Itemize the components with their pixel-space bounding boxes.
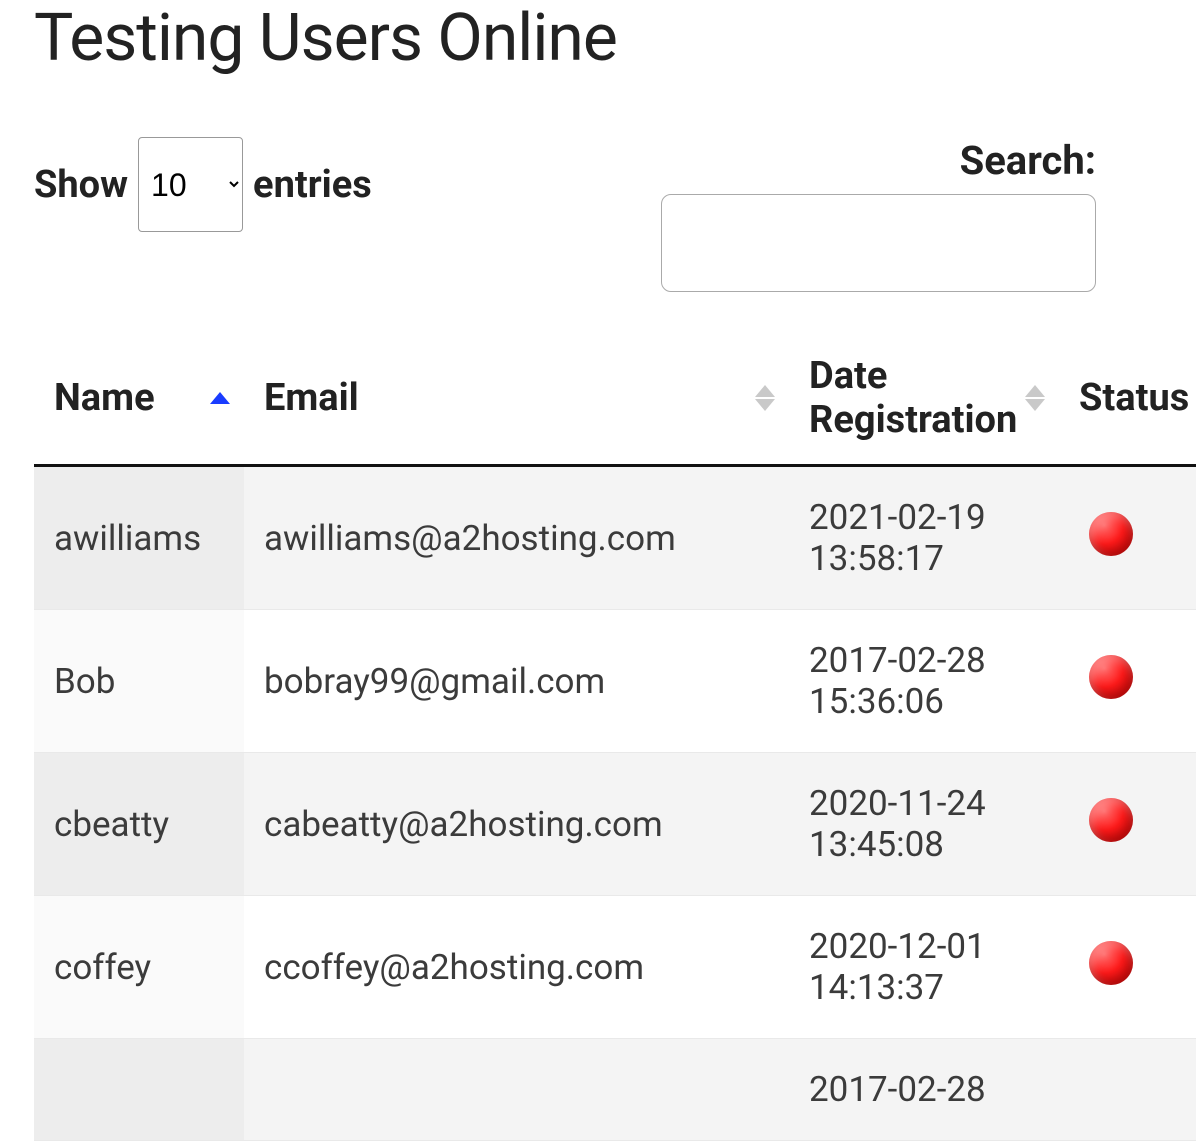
status-offline-icon xyxy=(1089,655,1133,699)
table-row: awilliamsawilliams@a2hosting.com2021-02-… xyxy=(34,466,1196,610)
cell-status xyxy=(1059,610,1196,753)
cell-name: awilliams xyxy=(34,466,244,610)
column-header-email[interactable]: Email xyxy=(244,332,789,466)
column-header-status[interactable]: Status xyxy=(1059,332,1196,466)
column-header-name[interactable]: Name xyxy=(34,332,244,466)
entries-label: entries xyxy=(253,163,372,207)
cell-email: bobray99@gmail.com xyxy=(244,610,789,753)
search-label: Search: xyxy=(661,137,1096,184)
column-header-status-label: Status xyxy=(1079,376,1189,420)
search-input[interactable] xyxy=(661,194,1096,292)
column-header-name-label: Name xyxy=(54,376,155,420)
cell-email: cabeatty@a2hosting.com xyxy=(244,753,789,896)
show-label: Show xyxy=(34,163,128,207)
cell-name: coffey xyxy=(34,896,244,1039)
users-table: Name Email Date Registration xyxy=(34,332,1196,1141)
cell-status xyxy=(1059,753,1196,896)
column-header-email-label: Email xyxy=(264,376,359,420)
cell-status xyxy=(1059,1039,1196,1141)
cell-date: 2020-11-24 13:45:08 xyxy=(789,753,1059,896)
entries-per-page-select[interactable]: 10 xyxy=(138,137,243,232)
sort-asc-icon xyxy=(210,392,230,404)
table-row: coffeyccoffey@a2hosting.com2020-12-01 14… xyxy=(34,896,1196,1039)
cell-email: ccoffey@a2hosting.com xyxy=(244,896,789,1039)
cell-date: 2017-02-28 15:36:06 xyxy=(789,610,1059,753)
cell-status xyxy=(1059,466,1196,610)
cell-email xyxy=(244,1039,789,1141)
search-control: Search: xyxy=(661,137,1196,292)
column-header-date-label: Date Registration xyxy=(809,354,1017,442)
cell-status xyxy=(1059,896,1196,1039)
page-title: Testing Users Online xyxy=(34,0,1196,77)
sort-icon xyxy=(1025,385,1045,411)
table-row: 2017-02-28 xyxy=(34,1039,1196,1141)
cell-email: awilliams@a2hosting.com xyxy=(244,466,789,610)
sort-icon xyxy=(755,385,775,411)
status-offline-icon xyxy=(1089,798,1133,842)
cell-date: 2017-02-28 xyxy=(789,1039,1059,1141)
table-row: cbeattycabeatty@a2hosting.com2020-11-24 … xyxy=(34,753,1196,896)
table-row: Bobbobray99@gmail.com2017-02-28 15:36:06 xyxy=(34,610,1196,753)
cell-date: 2021-02-19 13:58:17 xyxy=(789,466,1059,610)
column-header-date[interactable]: Date Registration xyxy=(789,332,1059,466)
cell-date: 2020-12-01 14:13:37 xyxy=(789,896,1059,1039)
cell-name xyxy=(34,1039,244,1141)
length-control: Show 10 entries xyxy=(34,137,372,232)
status-offline-icon xyxy=(1089,512,1133,556)
cell-name: cbeatty xyxy=(34,753,244,896)
cell-name: Bob xyxy=(34,610,244,753)
